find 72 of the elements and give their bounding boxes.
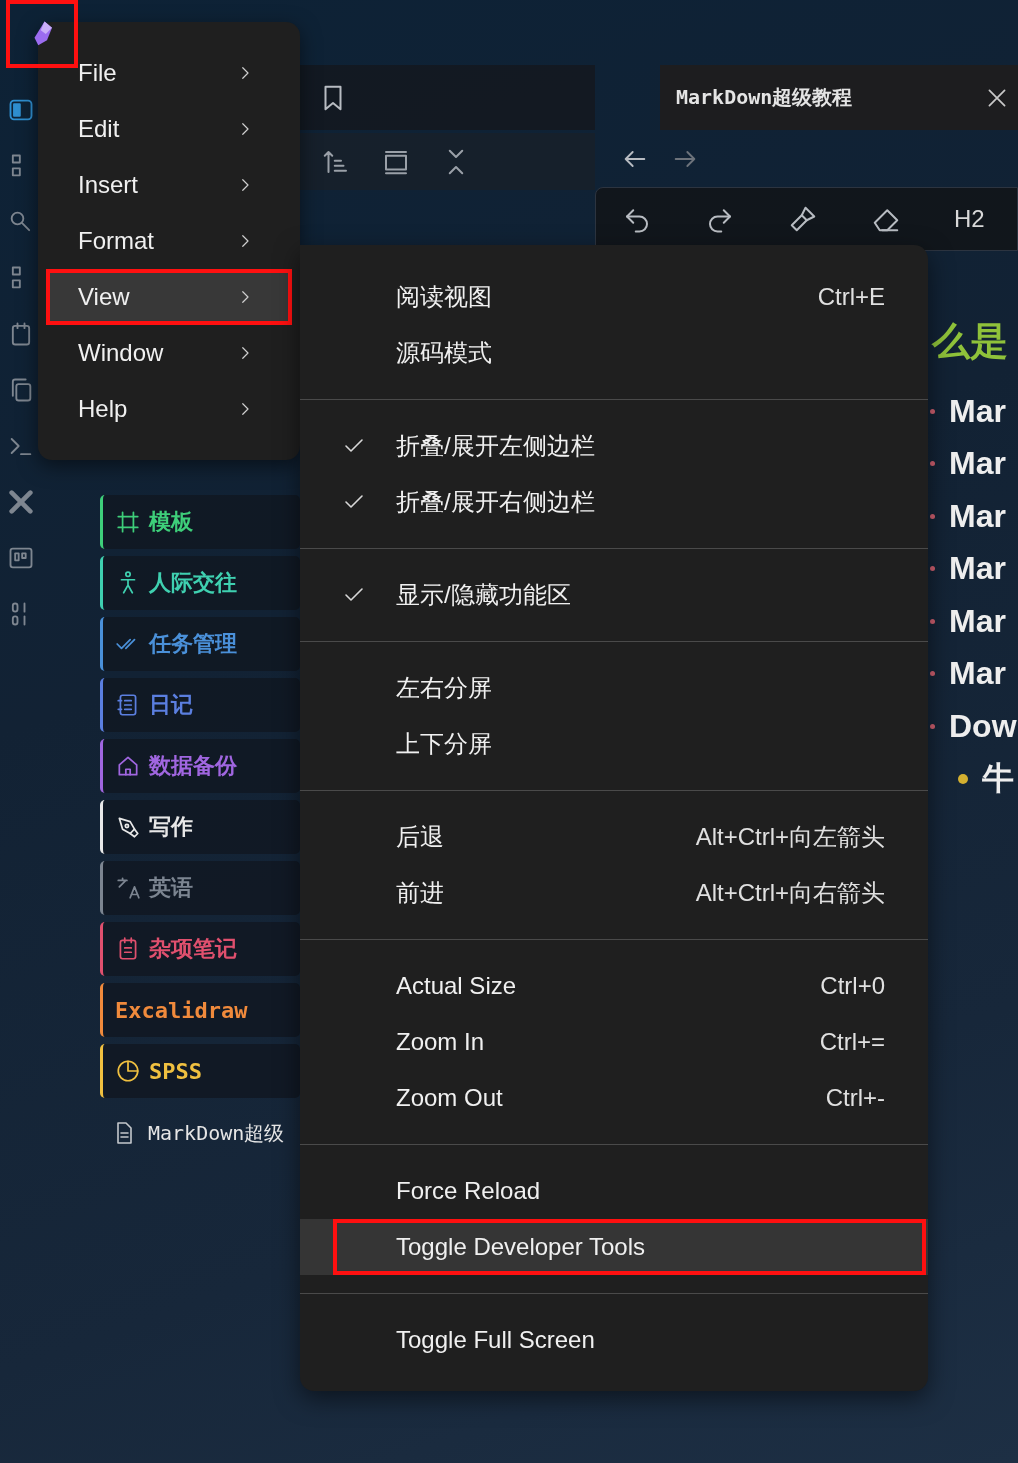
list-item-text: Mar xyxy=(949,392,1006,430)
menu-item[interactable]: 显示/隐藏功能区 xyxy=(300,567,928,623)
folder-label: SPSS xyxy=(149,1058,202,1084)
menu-item[interactable]: View xyxy=(46,269,292,325)
folder-label: 模板 xyxy=(149,508,193,536)
folder-label: 日记 xyxy=(149,691,193,719)
menu-item[interactable]: Insert xyxy=(38,157,300,213)
bullet-icon xyxy=(930,566,935,572)
folder-label: 英语 xyxy=(149,874,193,902)
folder-item[interactable]: 日记 xyxy=(100,678,300,732)
menu-item[interactable]: 上下分屏 xyxy=(300,716,928,772)
folder-item[interactable]: 模板 xyxy=(100,495,300,549)
folder-item[interactable]: 数据备份 xyxy=(100,739,300,793)
shortcut-text: Ctrl+- xyxy=(825,1084,885,1112)
folder-label: 数据备份 xyxy=(149,752,237,780)
bullet-icon xyxy=(930,723,935,729)
brush-icon[interactable] xyxy=(788,204,818,234)
bullet-icon xyxy=(930,618,935,624)
folder-item[interactable]: 写作 xyxy=(100,800,300,854)
shortcut-text: Alt+Ctrl+向左箭头 xyxy=(695,822,885,852)
menu-item[interactable]: 前进 Alt+Ctrl+向右箭头 xyxy=(300,865,928,921)
menu-item[interactable]: Zoom In Ctrl+= xyxy=(300,1014,928,1070)
pie-chart-icon xyxy=(115,1058,141,1084)
folder-label: 任务管理 xyxy=(149,630,237,658)
heading: 么是 xyxy=(932,319,1009,364)
folder-item[interactable]: 任务管理 xyxy=(100,617,300,671)
menu-item[interactable]: Edit xyxy=(38,101,300,157)
menu-item[interactable]: Window xyxy=(38,325,300,381)
menu-item[interactable]: 源码模式 xyxy=(300,325,928,381)
menu-item[interactable]: Toggle Developer Tools xyxy=(300,1219,928,1275)
folder-item[interactable]: 英语 xyxy=(100,861,300,915)
menu-item[interactable]: 折叠/展开左侧边栏 xyxy=(300,418,928,474)
menu-item[interactable]: Zoom Out Ctrl+- xyxy=(300,1070,928,1126)
folder-label: 人际交往 xyxy=(149,569,237,597)
menu-item[interactable]: Actual Size Ctrl+0 xyxy=(300,958,928,1014)
bullet-icon xyxy=(930,461,935,467)
bullet-icon xyxy=(930,513,935,519)
list-item-text: Dow xyxy=(949,707,1017,745)
note-item[interactable]: MarkDown超级 xyxy=(100,1105,300,1161)
translate-icon xyxy=(115,875,141,901)
list-item-text: 牛 xyxy=(982,758,1014,798)
shortcut-text: Ctrl+0 xyxy=(820,972,885,1000)
menu-item[interactable]: Force Reload xyxy=(300,1163,928,1219)
list-item-text: Mar xyxy=(949,602,1006,640)
menu-item[interactable]: 折叠/展开右侧边栏 xyxy=(300,474,928,530)
heading-button[interactable]: H2 xyxy=(954,205,985,233)
shortcut-text: Ctrl+= xyxy=(819,1028,885,1056)
folder-label: Excalidraw xyxy=(115,997,248,1023)
grid-icon xyxy=(115,509,141,535)
folder-item[interactable]: 杂项笔记 xyxy=(100,922,300,976)
bullet-icon xyxy=(930,671,935,677)
list-item-text: Mar xyxy=(949,655,1006,693)
menu-item[interactable]: File xyxy=(38,45,300,101)
bullet-icon xyxy=(930,408,935,414)
folder-label: 杂项笔记 xyxy=(149,935,237,963)
bullet-icon xyxy=(958,773,968,784)
list-item-text: Mar xyxy=(949,445,1006,483)
menu-item[interactable]: Format xyxy=(38,213,300,269)
shortcut-text: Alt+Ctrl+向右箭头 xyxy=(695,878,885,908)
menu-item[interactable]: Help xyxy=(38,381,300,437)
menu-item[interactable]: 后退 Alt+Ctrl+向左箭头 xyxy=(300,809,928,865)
menu-item[interactable]: 阅读视图 Ctrl+E xyxy=(300,269,928,325)
shortcut-text: Ctrl+E xyxy=(817,283,885,311)
list-item-text: Mar xyxy=(949,550,1006,588)
folder-item[interactable]: SPSS xyxy=(100,1044,300,1098)
menu-item[interactable]: 左右分屏 xyxy=(300,660,928,716)
document-tab[interactable]: MarkDown超级教程 xyxy=(660,65,1018,130)
list-item-text: Mar xyxy=(949,497,1006,535)
folder-item[interactable]: 人际交往 xyxy=(100,556,300,610)
folder-item[interactable]: Excalidraw xyxy=(100,983,300,1037)
folder-label: 写作 xyxy=(149,813,193,841)
menu-item[interactable]: Toggle Full Screen xyxy=(300,1312,928,1368)
